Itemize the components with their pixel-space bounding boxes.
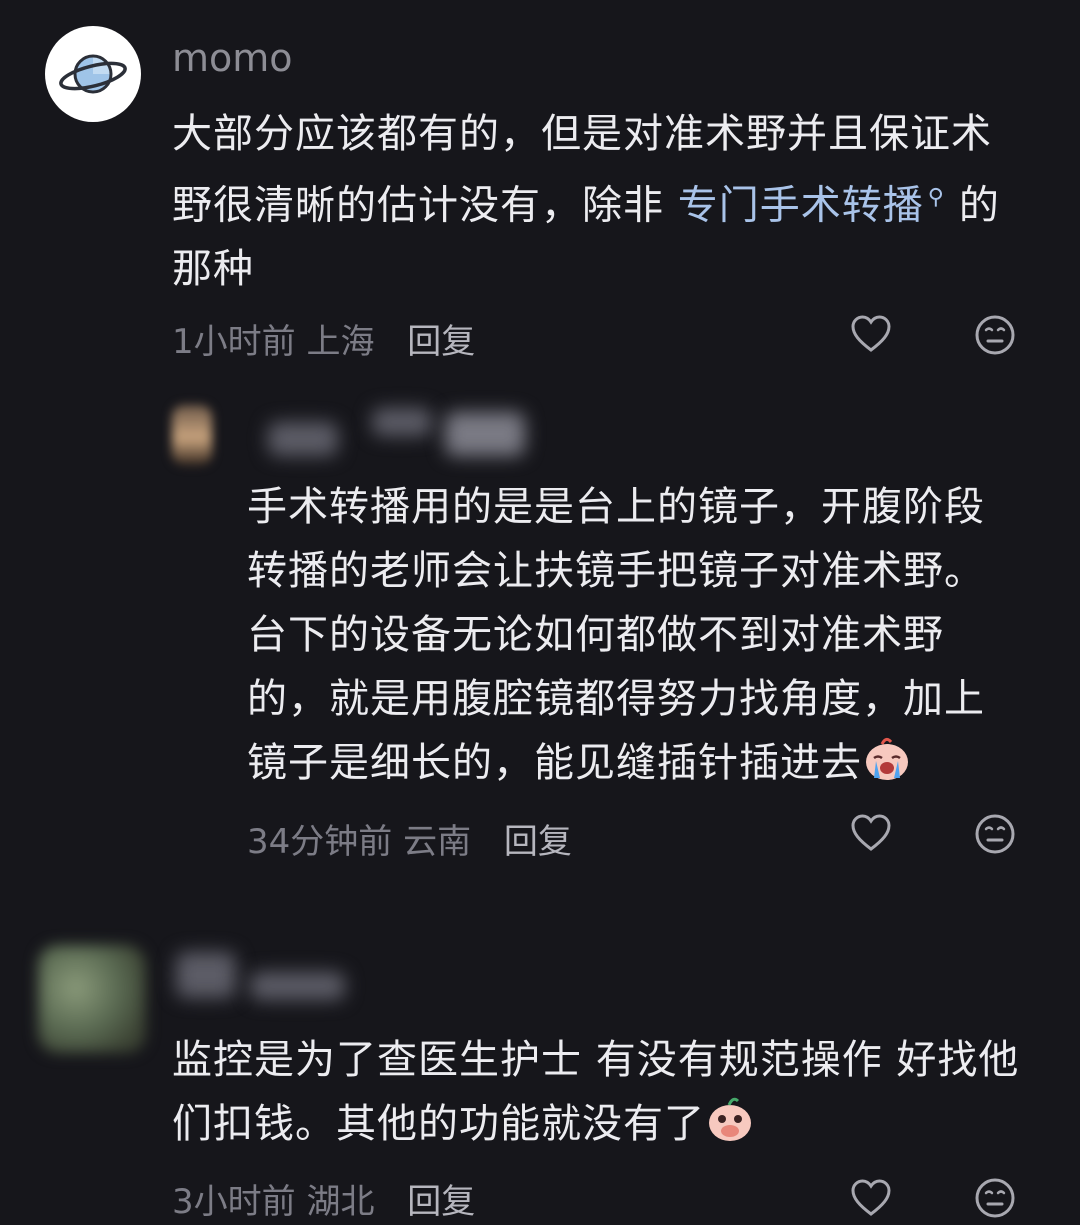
avatar-momo[interactable] (45, 26, 141, 122)
comment-line: 转播的老师会让扶镜手把镜子对准术野。 (247, 548, 985, 594)
heart-outline-icon[interactable] (849, 312, 893, 356)
comment-line: 手术转播用的是是台上的镜子，开腹阶段 (247, 484, 985, 530)
comment-location: 湖北 (306, 1182, 375, 1222)
reply-button[interactable]: 回复 (504, 822, 572, 862)
username-blurred[interactable] (372, 408, 432, 436)
neutral-face-icon[interactable] (973, 313, 1017, 357)
comment-time: 1小时前 (172, 322, 296, 362)
comment-line: 的，就是用腹腔镜都得努力找角度，加上 (247, 676, 985, 722)
comment-meta: 3小时前 湖北 回复 (172, 1174, 475, 1223)
username-blurred[interactable] (268, 422, 338, 456)
comment-line: 监控是为了查医生护士 有没有规范操作 好找他 (172, 1037, 1020, 1083)
username-blurred[interactable] (250, 972, 345, 1000)
comment-line-text: 镜子是细长的，能见缝插针插进去 (247, 740, 862, 786)
comment-line: 台下的设备无论如何都做不到对准术野 (247, 612, 944, 658)
avatar-blurred[interactable] (38, 945, 146, 1053)
planet-icon (59, 54, 127, 94)
search-icon[interactable]: ⚲ (928, 185, 945, 210)
comment-line: 大部分应该都有的，但是对准术野并且保证术 (172, 111, 992, 157)
comment-line-text: 们扣钱。其他的功能就没有了 (172, 1101, 705, 1147)
comment-time: 3小时前 (172, 1182, 296, 1222)
comment-username[interactable]: momo (172, 36, 293, 80)
neutral-face-icon[interactable] (973, 1176, 1017, 1220)
comment-location: 云南 (403, 822, 472, 862)
crying-face-emoji (866, 737, 908, 780)
comment-text: 监控是为了查医生护士 有没有规范操作 好找他 们扣钱。其他的功能就没有了 (172, 1028, 1052, 1156)
comment-line-text: 的 (958, 182, 1000, 229)
comment-line: 镜子是细长的，能见缝插针插进去 (247, 731, 1037, 795)
comment-feed: momo 大部分应该都有的，但是对准术野并且保证术 野很清晰的估计没有，除非 专… (0, 0, 1080, 1225)
comment-text: 手术转播用的是是台上的镜子，开腹阶段 转播的老师会让扶镜手把镜子对准术野。 台下… (247, 475, 1037, 795)
comment-text: 大部分应该都有的，但是对准术野并且保证术 野很清晰的估计没有，除非 专门手术转播… (172, 102, 1032, 301)
comment-line: 那种 (172, 246, 254, 293)
neutral-face-icon[interactable] (973, 812, 1017, 856)
heart-outline-icon[interactable] (849, 811, 893, 855)
covering-mouth-emoji (709, 1097, 751, 1141)
comment-line-text: 野很清晰的估计没有，除非 (172, 182, 678, 229)
avatar-blurred[interactable] (172, 405, 212, 465)
comment-meta: 1小时前 上海 回复 (172, 314, 475, 363)
comment-time: 34分钟前 (247, 822, 393, 862)
username-blurred[interactable] (176, 952, 236, 998)
comment-meta: 34分钟前 云南 回复 (247, 814, 572, 863)
comment-line: 们扣钱。其他的功能就没有了 (172, 1092, 1052, 1156)
reply-button[interactable]: 回复 (407, 322, 475, 362)
comment-line: 野很清晰的估计没有，除非 专门手术转播 ⚲ 的 (172, 166, 1032, 237)
reply-button[interactable]: 回复 (407, 1182, 475, 1222)
username-blurred[interactable] (445, 412, 525, 456)
search-link[interactable]: 专门手术转播 (678, 182, 924, 228)
heart-outline-icon[interactable] (849, 1176, 893, 1220)
comment-location: 上海 (306, 322, 375, 362)
